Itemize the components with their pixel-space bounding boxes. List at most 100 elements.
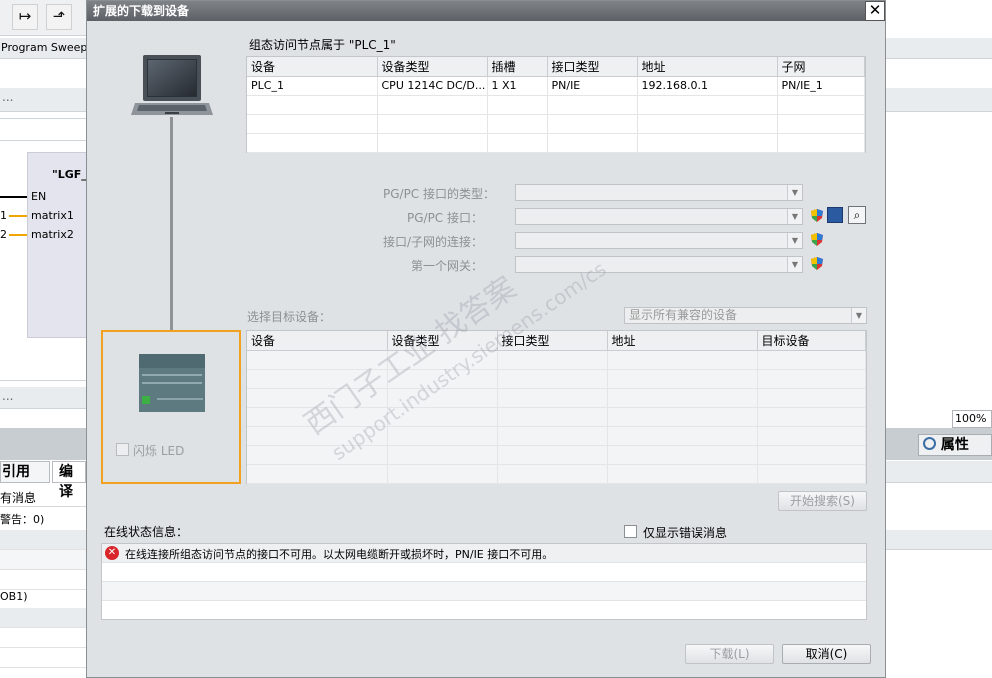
- select-target-label: 选择目标设备：: [247, 310, 332, 324]
- chevron-down-icon: ▼: [787, 209, 802, 224]
- dialog-title: 扩展的下载到设备: [93, 4, 190, 18]
- table-row[interactable]: [247, 369, 866, 389]
- function-block[interactable]: "LGF_I: [27, 152, 91, 338]
- target-column-header[interactable]: 地址: [607, 331, 758, 351]
- status-message-text: 在线连接所组态访问节点的接口不可用。以太网电缆断开或损坏时，PN/IE 接口不可…: [125, 548, 554, 561]
- gateway-select[interactable]: ▼: [515, 256, 803, 273]
- config-column-header[interactable]: 地址: [637, 57, 778, 77]
- device-filter-value: 显示所有兼容的设备: [629, 308, 738, 322]
- config-column-header[interactable]: 子网: [777, 57, 865, 77]
- online-status-label: 在线状态信息：: [104, 525, 189, 539]
- table-cell: [247, 407, 388, 427]
- list-row: [0, 530, 87, 550]
- table-row[interactable]: [247, 464, 866, 484]
- zoom-value: 100%: [955, 412, 987, 425]
- status-row: ✕ 在线连接所组态访问节点的接口不可用。以太网电缆断开或损坏时，PN/IE 接口…: [102, 544, 866, 563]
- gateway-label: 第一个网关：: [410, 259, 483, 273]
- only-errors-checkbox[interactable]: [624, 525, 637, 538]
- target-devices-table: 设备 设备类型 接口类型 地址 目标设备: [246, 330, 867, 484]
- extended-download-dialog: 扩展的下载到设备 ✕ 组态访问节点属于 "PLC_1" 设备 设备类型 插槽 接口类型…: [86, 0, 886, 678]
- table-row[interactable]: [247, 407, 866, 427]
- divider: [0, 380, 86, 381]
- config-column-header[interactable]: 接口类型: [547, 57, 638, 77]
- status-message-list: ✕ 在线连接所组态访问节点的接口不可用。以太网电缆断开或损坏时，PN/IE 接口…: [101, 543, 867, 620]
- table-cell: [547, 114, 638, 134]
- target-column-header[interactable]: 设备类型: [387, 331, 498, 351]
- start-search-button[interactable]: 开始搜索(S): [778, 491, 867, 511]
- configured-nodes-table: 设备 设备类型 插槽 接口类型 地址 子网 PLC_1 CPU 1214C DC/D... 1…: [246, 56, 866, 153]
- table-row[interactable]: [247, 445, 866, 465]
- table-cell: [607, 388, 758, 408]
- chevron-down-icon: ▼: [787, 233, 802, 248]
- config-column-header[interactable]: 插槽: [487, 57, 548, 77]
- search-icon[interactable]: ⌕: [848, 206, 866, 224]
- table-cell: [607, 426, 758, 446]
- table-row[interactable]: [247, 388, 866, 408]
- device-filter-select[interactable]: 显示所有兼容的设备 ▼: [624, 307, 867, 324]
- tab-references[interactable]: 引用: [0, 461, 50, 483]
- program-sweep-bar: Program Sweep: [0, 38, 87, 59]
- table-cell: [497, 464, 608, 484]
- table-cell: [607, 369, 758, 389]
- target-column-header[interactable]: 设备: [247, 331, 388, 351]
- pgpc-type-select[interactable]: ▼: [515, 184, 803, 201]
- flash-led-label: 闪烁 LED: [133, 444, 185, 458]
- step-out-icon[interactable]: ⬏: [46, 4, 72, 30]
- table-cell: [497, 350, 608, 370]
- section-bar-1: ...: [0, 88, 86, 112]
- table-row[interactable]: [247, 114, 865, 134]
- dialog-title-bar[interactable]: 扩展的下载到设备: [87, 1, 885, 21]
- properties-label: 属性: [940, 437, 969, 453]
- table-row[interactable]: PLC_1 CPU 1214C DC/D... 1 X1 PN/IE 192.168.0…: [247, 76, 865, 96]
- flash-led-checkbox[interactable]: [116, 443, 129, 456]
- properties-icon[interactable]: [827, 207, 843, 223]
- step-into-icon[interactable]: ↦: [12, 4, 38, 30]
- close-icon[interactable]: ✕: [865, 1, 885, 21]
- target-column-header[interactable]: 接口类型: [497, 331, 608, 351]
- table-cell: 192.168.0.1: [637, 76, 778, 96]
- target-device-panel: 闪烁 LED: [101, 330, 241, 484]
- connection-select[interactable]: ▼: [515, 232, 803, 249]
- table-row[interactable]: [247, 350, 866, 370]
- list-row: [0, 550, 87, 570]
- matrix1-wire: [9, 215, 27, 217]
- target-column-header[interactable]: 目标设备: [757, 331, 866, 351]
- pgpc-interface-select[interactable]: ▼: [515, 208, 803, 225]
- table-cell: [247, 350, 388, 370]
- matrix1-label: matrix1: [31, 209, 74, 222]
- connection-line: [170, 117, 173, 355]
- matrix2-label: matrix2: [31, 228, 74, 241]
- chevron-down-icon: ▼: [787, 257, 802, 272]
- table-cell: [497, 407, 608, 427]
- shield-icon[interactable]: [810, 232, 824, 247]
- shield-icon[interactable]: [810, 256, 824, 271]
- table-row[interactable]: [247, 95, 865, 115]
- table-row[interactable]: [247, 133, 865, 153]
- zoom-field[interactable]: 100%: [952, 410, 992, 428]
- section-bar-2: ...: [0, 387, 86, 409]
- right-strip-4: [886, 530, 992, 550]
- table-cell: 1 X1: [487, 76, 548, 96]
- properties-tab[interactable]: 属性: [918, 434, 992, 456]
- table-row[interactable]: [247, 426, 866, 446]
- config-column-header[interactable]: 设备类型: [377, 57, 488, 77]
- download-button[interactable]: 下载(L): [685, 644, 774, 664]
- table-cell: [247, 464, 388, 484]
- config-column-header[interactable]: 设备: [247, 57, 378, 77]
- cancel-button[interactable]: 取消(C): [782, 644, 871, 664]
- right-strip-1: [886, 38, 992, 59]
- inspector-strip-left: [0, 428, 86, 460]
- status-row: [102, 582, 866, 601]
- table-cell: [497, 426, 608, 446]
- table-cell: [247, 95, 378, 115]
- table-cell: [377, 114, 488, 134]
- table-cell: [637, 114, 778, 134]
- tab-compile[interactable]: 编译: [52, 461, 86, 500]
- table-cell: [607, 407, 758, 427]
- table-cell: [377, 133, 488, 153]
- table-cell: [777, 133, 865, 153]
- shield-icon[interactable]: [810, 208, 824, 223]
- configured-header: 组态访问节点属于 "PLC_1": [249, 38, 396, 52]
- table-cell: [247, 369, 388, 389]
- table-cell: PLC_1: [247, 76, 378, 96]
